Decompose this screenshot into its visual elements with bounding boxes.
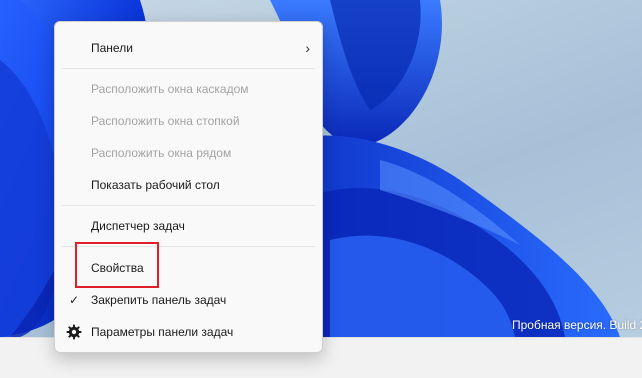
- menu-item-label: Панели: [91, 41, 133, 55]
- menu-item-lock-taskbar[interactable]: ✓ Закрепить панель задач: [55, 284, 322, 316]
- menu-item-stack-windows: Расположить окна стопкой: [55, 105, 322, 137]
- menu-item-panels[interactable]: Панели ›: [55, 32, 322, 64]
- checkmark-icon: ✓: [69, 293, 80, 307]
- menu-item-label: Закрепить панель задач: [91, 293, 227, 307]
- menu-item-show-desktop[interactable]: Показать рабочий стол: [55, 169, 322, 201]
- highlight-box: [75, 242, 159, 288]
- menu-item-label: Диспетчер задач: [91, 219, 185, 233]
- taskbar-context-menu: Панели › Расположить окна каскадом Распо…: [54, 21, 323, 353]
- menu-item-cascade-windows: Расположить окна каскадом: [55, 73, 322, 105]
- menu-item-task-manager[interactable]: Диспетчер задач: [55, 210, 322, 242]
- menu-separator: [62, 205, 315, 206]
- menu-item-label: Показать рабочий стол: [91, 178, 220, 192]
- chevron-right-icon: ›: [305, 40, 310, 56]
- menu-item-label: Параметры панели задач: [91, 325, 234, 339]
- gear-icon: [66, 324, 82, 340]
- menu-item-taskbar-settings[interactable]: Параметры панели задач: [55, 316, 322, 348]
- menu-item-label: Расположить окна стопкой: [91, 114, 240, 128]
- menu-item-label: Расположить окна каскадом: [91, 82, 249, 96]
- evaluation-watermark: Пробная версия. Build 2: [512, 318, 642, 332]
- menu-item-label: Расположить окна рядом: [91, 146, 232, 160]
- menu-separator: [62, 68, 315, 69]
- menu-item-side-by-side-windows: Расположить окна рядом: [55, 137, 322, 169]
